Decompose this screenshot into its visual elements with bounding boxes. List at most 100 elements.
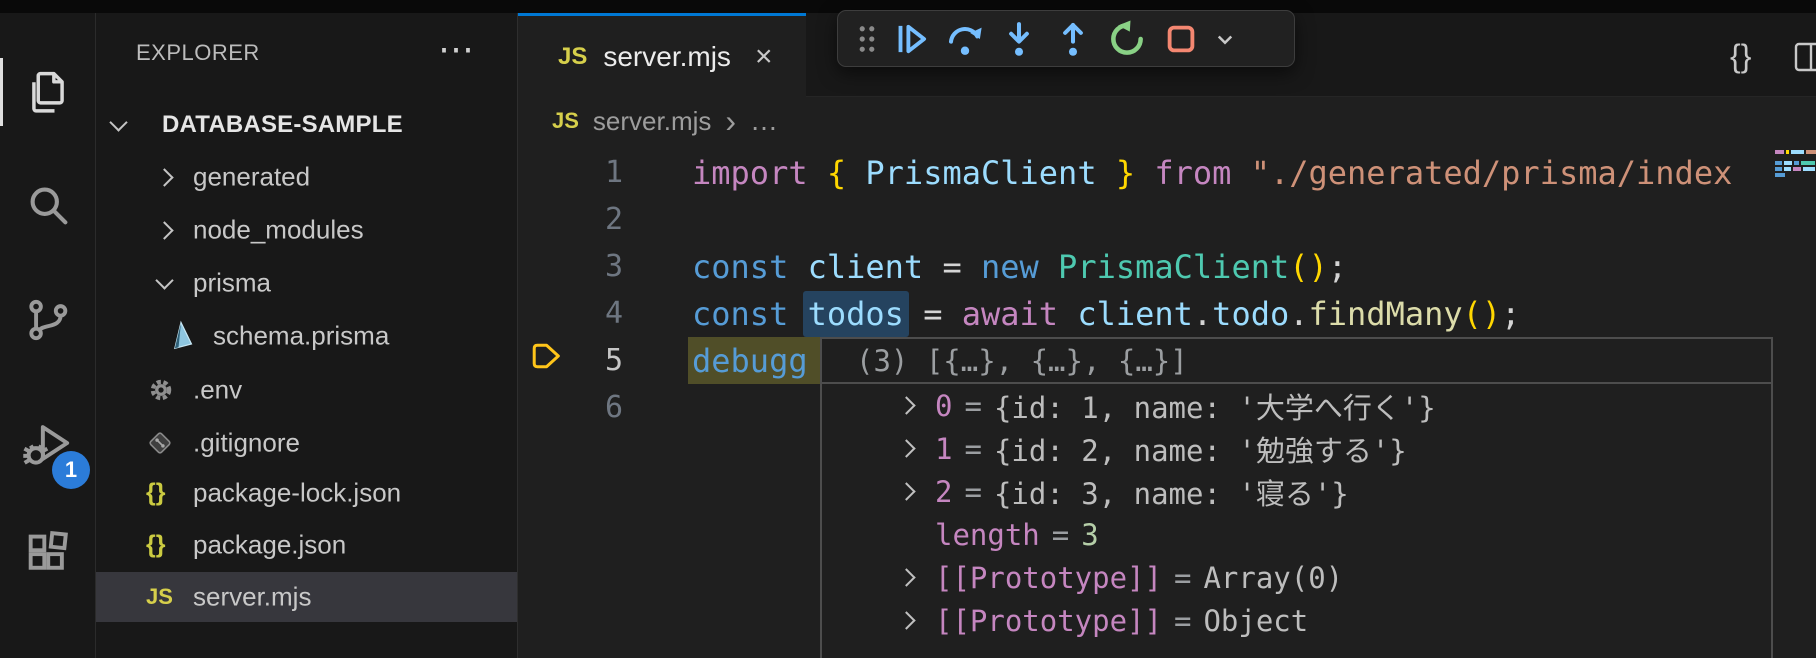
bracket-pair-icon[interactable]: {}: [1730, 38, 1751, 75]
tree-item-label: DATABASE-SAMPLE: [162, 111, 403, 139]
activity-item-run-and-debug[interactable]: 1: [0, 397, 96, 489]
breadcrumb: JS server.mjs › …: [552, 97, 778, 145]
equals-sign: =: [1052, 518, 1069, 552]
code-line-3[interactable]: 3 const client = new PrismaClient();: [518, 243, 1773, 290]
variable-name: 0: [935, 389, 952, 423]
tree-item-.env[interactable]: .env: [96, 365, 517, 415]
tree-item-label: .env: [193, 375, 242, 406]
split-editor-icon[interactable]: [1794, 42, 1816, 77]
tree-item-package-lock.json[interactable]: {}package-lock.json: [96, 468, 517, 518]
minimap-line: [1775, 150, 1816, 154]
equals-sign: =: [964, 475, 981, 509]
tab-server-mjs[interactable]: JS server.mjs ×: [518, 13, 806, 97]
minimap[interactable]: [1773, 145, 1816, 658]
variable-value: {id: 2, name: '勉強する'}: [994, 428, 1407, 470]
chevron-right-icon: [897, 568, 915, 586]
activity-bar: 1: [0, 13, 96, 658]
variable-name: [[Prototype]]: [935, 561, 1162, 595]
tab-label: server.mjs: [603, 41, 731, 73]
more-actions-button[interactable]: [1208, 16, 1242, 62]
tree-item-label: node_modules: [193, 215, 364, 246]
activity-item-search[interactable]: [0, 159, 96, 251]
variable-name: 1: [935, 432, 952, 466]
more-actions-icon[interactable]: ⋯: [438, 31, 474, 67]
tree-item-label: schema.prisma: [213, 321, 389, 352]
continue-button[interactable]: [884, 16, 938, 62]
activity-item-source-control[interactable]: [0, 274, 96, 366]
chevron-down-icon: [155, 271, 173, 289]
step-into-button[interactable]: [992, 16, 1046, 62]
line-number[interactable]: 1: [518, 155, 623, 190]
active-view-indicator: [0, 58, 3, 126]
stop-button[interactable]: [1154, 16, 1208, 62]
chevron-right-icon: [897, 482, 915, 500]
explorer-title: EXPLORER: [136, 40, 260, 66]
tree-item-prisma[interactable]: prisma: [96, 258, 517, 308]
chevron-right-icon: ›: [725, 108, 736, 134]
gear-icon: [146, 375, 176, 405]
debug-value-popup: (3) [{…}, {…}, {…}] 0={id: 1, name: '大学へ…: [820, 337, 1773, 658]
code-text: debugg: [692, 342, 808, 380]
popup-row-2[interactable]: 2={id: 3, name: '寝る'}: [822, 470, 1771, 513]
git-icon: [146, 429, 174, 457]
variable-name: 2: [935, 475, 952, 509]
close-tab-icon[interactable]: ×: [755, 40, 773, 74]
equals-sign: =: [1174, 604, 1191, 638]
tree-item-label: generated: [193, 162, 310, 193]
tree-item-generated[interactable]: generated: [96, 152, 517, 202]
minimap-line: [1775, 173, 1785, 177]
debug-session-badge: 1: [52, 451, 90, 489]
vscode-window: 1 EXPLORER ⋯ DATABASE-SAMPLE generated nod…: [0, 0, 1816, 658]
variable-value: {id: 1, name: '大学へ行く'}: [994, 385, 1436, 427]
variable-name: length: [935, 518, 1040, 552]
activity-item-extensions[interactable]: [0, 509, 96, 601]
code-text: const todos = await client.todo.findMany…: [692, 295, 1520, 333]
line-number[interactable]: 2: [518, 202, 623, 237]
tree-item-DATABASE-SAMPLE[interactable]: DATABASE-SAMPLE: [96, 100, 517, 150]
tree-item-.gitignore[interactable]: .gitignore: [96, 418, 517, 468]
current-line-arrow-icon: [529, 341, 563, 376]
line-number[interactable]: 6: [518, 390, 623, 425]
popup-row-0[interactable]: 0={id: 1, name: '大学へ行く'}: [822, 384, 1771, 427]
drag-handle[interactable]: [850, 16, 884, 62]
popup-row-Prototype[interactable]: [[Prototype]]=Array(0): [822, 556, 1771, 599]
tree-item-package.json[interactable]: {}package.json: [96, 520, 517, 570]
debug-toolbar: [837, 10, 1295, 67]
popup-rows: 0={id: 1, name: '大学へ行く'}1={id: 2, name: …: [822, 384, 1771, 642]
code-line-1[interactable]: 1import { PrismaClient } from "./generat…: [518, 149, 1773, 196]
popup-row-length[interactable]: length = 3: [822, 513, 1771, 556]
popup-row-1[interactable]: 1 = {id: 2, name: '勉強する'}: [822, 427, 1771, 470]
minimap-line: [1775, 167, 1815, 171]
tree-item-label: package-lock.json: [193, 478, 401, 509]
variable-value: 3: [1081, 518, 1098, 552]
variable-value: Object: [1203, 604, 1308, 638]
tree-item-label: prisma: [193, 268, 271, 299]
chevron-right-icon: [155, 168, 173, 186]
line-number[interactable]: 3: [518, 249, 623, 284]
chevron-right-icon: [155, 221, 173, 239]
equals-sign: =: [964, 432, 981, 466]
js-icon: JS: [146, 584, 173, 610]
variable-name: [[Prototype]]: [935, 604, 1162, 638]
tree-item-server.mjs[interactable]: JSserver.mjs: [96, 572, 517, 622]
breadcrumb-symbol-ellipsis[interactable]: …: [750, 105, 778, 137]
code-line-4[interactable]: 4 const todos = await client.todo.findMan…: [518, 290, 1773, 337]
chevron-down-icon: [109, 113, 127, 131]
code-text: const client = new PrismaClient();: [692, 248, 1347, 286]
tree-item-label: .gitignore: [193, 428, 300, 459]
prisma-icon: [166, 320, 196, 352]
tree-item-schema.prisma[interactable]: schema.prisma: [96, 311, 517, 361]
code-line-2[interactable]: 2: [518, 196, 1773, 243]
chevron-right-icon: [897, 439, 915, 457]
step-over-button[interactable]: [938, 16, 992, 62]
breadcrumb-file[interactable]: server.mjs: [593, 106, 711, 137]
tree-item-node-modules[interactable]: node_modules: [96, 205, 517, 255]
minimap-line: [1775, 161, 1815, 165]
json-icon: {}: [146, 531, 165, 560]
line-number[interactable]: 4: [518, 296, 623, 331]
activity-item-explorer[interactable]: [0, 46, 96, 138]
step-out-button[interactable]: [1046, 16, 1100, 62]
js-file-icon: JS: [558, 43, 587, 71]
popup-row-Prototype[interactable]: [[Prototype]] = Object: [822, 599, 1771, 642]
restart-button[interactable]: [1100, 16, 1154, 62]
